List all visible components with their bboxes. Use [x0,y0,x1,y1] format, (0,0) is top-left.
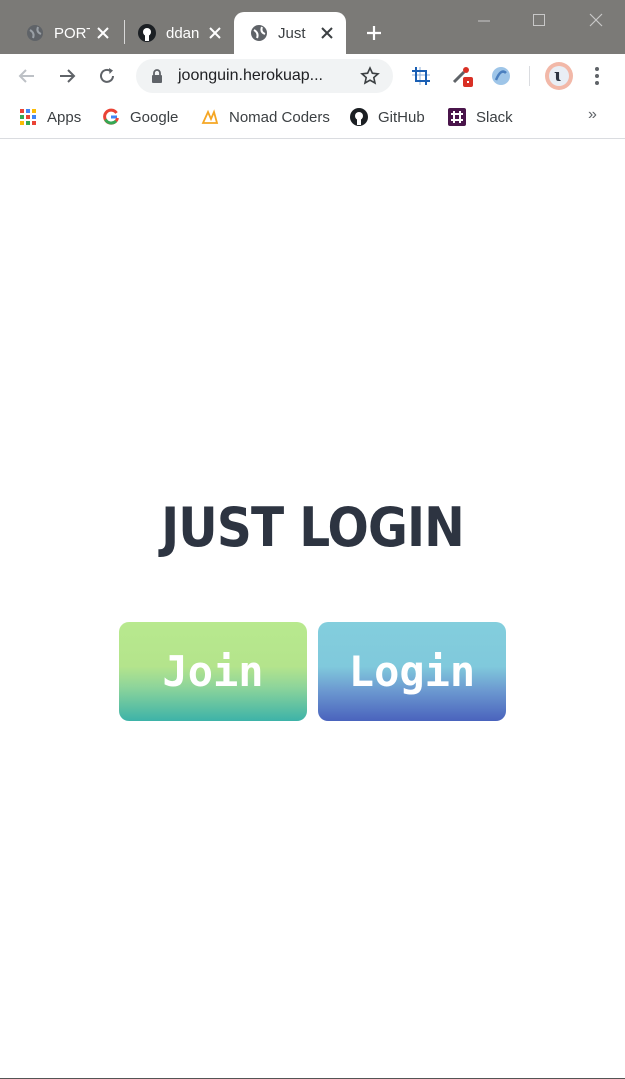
swirl-extension-icon[interactable] [489,64,513,88]
toolbar-separator [529,66,530,86]
browser-toolbar: joonguin.herokuap... ɩ [0,54,625,98]
page-title: JUST LOGIN [161,496,465,559]
profile-avatar[interactable]: ɩ [545,62,573,90]
minimize-icon[interactable] [474,10,494,30]
bookmark-label: Slack [476,108,513,126]
globe-icon [250,24,268,42]
close-tab-icon[interactable] [94,24,112,42]
profile-initial: ɩ [554,65,561,86]
close-tab-icon[interactable] [318,24,336,42]
tab-just-login[interactable]: Just [234,12,346,54]
google-icon [102,108,120,126]
page-content: JUST LOGIN Join Login [0,140,625,1078]
tab-strip: PORT ddan Just [0,0,625,54]
forward-arrow-icon[interactable] [55,64,79,88]
slack-icon [448,108,466,126]
nomad-coders-icon [201,108,219,126]
bookmarks-overflow-icon[interactable]: » [588,106,597,124]
tab-title: PORT [54,24,90,42]
bookmark-google[interactable]: Google [102,106,178,128]
more-menu-icon[interactable] [585,64,609,88]
address-bar[interactable]: joonguin.herokuap... [136,59,393,93]
apps-grid-icon [19,108,37,126]
bookmark-apps[interactable]: Apps [19,106,81,128]
bookmark-github[interactable]: GitHub [350,106,425,128]
bookmarks-bar: Apps Google Nomad Coders GitHub Slack [0,98,625,139]
tab-github[interactable]: ddan [122,12,234,54]
url-text: joonguin.herokuap... [178,67,323,84]
globe-icon [26,24,44,42]
bookmark-label: GitHub [378,108,425,126]
tab-port[interactable]: PORT [10,12,122,54]
close-tab-icon[interactable] [206,24,224,42]
tab-title: ddan [166,24,200,42]
back-arrow-icon[interactable] [15,64,39,88]
bookmark-nomad-coders[interactable]: Nomad Coders [201,106,330,128]
bookmark-label: Nomad Coders [229,108,330,126]
new-tab-button[interactable] [362,21,386,45]
browser-window: PORT ddan Just [0,0,625,1079]
join-button[interactable]: Join [119,622,307,721]
eyedropper-extension-icon[interactable] [450,64,474,88]
github-icon [138,24,156,42]
bookmark-label: Apps [47,108,82,126]
lock-icon [150,69,164,83]
bookmark-star-icon[interactable] [360,66,380,86]
github-icon [350,108,368,126]
tab-title: Just [278,24,306,42]
crop-extension-icon[interactable] [409,64,433,88]
bookmark-slack[interactable]: Slack [448,106,513,128]
bookmark-label: Google [130,108,179,126]
login-button[interactable]: Login [318,622,506,721]
reload-icon[interactable] [95,64,119,88]
maximize-icon[interactable] [529,10,549,30]
close-window-icon[interactable] [586,10,606,30]
